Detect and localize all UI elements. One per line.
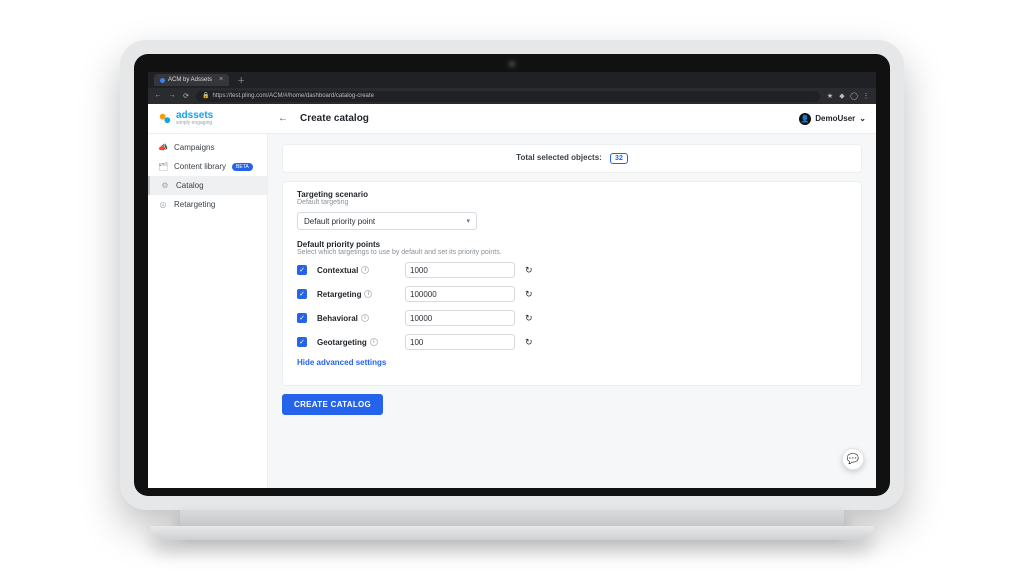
sidebar-item-label: Campaigns (174, 143, 214, 152)
nav-back-icon[interactable]: ← (154, 92, 162, 100)
checkbox-retargeting[interactable]: ✓ (297, 289, 307, 299)
checkbox-behavioral[interactable]: ✓ (297, 313, 307, 323)
checkbox-geotargeting[interactable]: ✓ (297, 337, 307, 347)
settings-card: Targeting scenario Default targeting Def… (282, 181, 862, 386)
sidebar-item-label: Content library (174, 162, 226, 171)
summary-card: Total selected objects: 32 (282, 144, 862, 173)
main-content: Total selected objects: 32 Targeting sce… (268, 134, 876, 488)
tab-title: ACM by Adssets (168, 74, 212, 86)
nav-forward-icon[interactable]: → (168, 92, 176, 100)
priority-row-behavioral: ✓ Behavioral i ↻ (297, 310, 847, 326)
total-objects-label: Total selected objects: (516, 153, 602, 162)
brand-tagline: simply engaging (176, 121, 213, 126)
reset-icon[interactable]: ↻ (525, 337, 533, 348)
info-icon[interactable]: i (370, 338, 378, 346)
app-root: adssets simply engaging ← Create catalog… (148, 104, 876, 488)
tab-favicon (160, 78, 165, 83)
priority-label: Geotargeting (317, 338, 367, 347)
brand-mark-icon (158, 112, 172, 126)
sidebar-item-retargeting[interactable]: ◎ Retargeting (148, 195, 267, 214)
brand-logo[interactable]: adssets simply engaging (158, 111, 268, 126)
chat-icon: 💬 (847, 454, 859, 465)
address-url: https://test.pling.com/ACM/#/home/dashbo… (212, 91, 373, 102)
priority-label: Behavioral (317, 314, 358, 323)
sidebar: 📣 Campaigns 🗂 Content library BETA ⚙ Cat… (148, 134, 268, 488)
user-name: DemoUser (815, 114, 855, 123)
reset-icon[interactable]: ↻ (525, 289, 533, 300)
profile-icon[interactable]: ◯ (850, 92, 858, 100)
priority-input-retargeting[interactable] (405, 286, 515, 302)
info-icon[interactable]: i (361, 266, 369, 274)
target-icon: ◎ (158, 200, 168, 209)
hide-advanced-link[interactable]: Hide advanced settings (297, 358, 847, 367)
total-objects-count: 32 (610, 153, 628, 164)
address-bar[interactable]: 🔒 https://test.pling.com/ACM/#/home/dash… (196, 91, 820, 102)
checkbox-contextual[interactable]: ✓ (297, 265, 307, 275)
beta-badge: BETA (232, 163, 253, 171)
user-menu[interactable]: 👤 DemoUser ⌄ (799, 113, 866, 125)
nav-reload-icon[interactable]: ⟳ (182, 92, 190, 100)
create-catalog-button[interactable]: Create catalog (282, 394, 383, 415)
chevron-down-icon: ▾ (466, 217, 470, 225)
priority-input-behavioral[interactable] (405, 310, 515, 326)
targeting-scenario-title: Targeting scenario (297, 190, 847, 199)
priority-input-contextual[interactable] (405, 262, 515, 278)
info-icon[interactable]: i (364, 290, 372, 298)
priority-label: Retargeting (317, 290, 361, 299)
gear-icon: ⚙ (160, 181, 170, 190)
reset-icon[interactable]: ↻ (525, 313, 533, 324)
priority-row-geotargeting: ✓ Geotargeting i ↻ (297, 334, 847, 350)
lock-icon: 🔒 (202, 91, 209, 102)
app-header: adssets simply engaging ← Create catalog… (148, 104, 876, 134)
laptop-base (150, 526, 874, 540)
extension-icon[interactable]: ◆ (838, 92, 846, 100)
sidebar-item-label: Retargeting (174, 200, 215, 209)
targeting-scenario-subtitle: Default targeting (297, 199, 847, 206)
priority-row-retargeting: ✓ Retargeting i ↻ (297, 286, 847, 302)
menu-icon[interactable]: ⋮ (862, 92, 870, 100)
priority-section-subtitle: Select which targetings to use by defaul… (297, 249, 847, 256)
extension-icon[interactable]: ★ (826, 92, 834, 100)
priority-input-geotargeting[interactable] (405, 334, 515, 350)
sidebar-item-catalog[interactable]: ⚙ Catalog (148, 176, 267, 195)
megaphone-icon: 📣 (158, 143, 168, 152)
scenario-select-value: Default priority point (304, 217, 375, 226)
sidebar-item-campaigns[interactable]: 📣 Campaigns (148, 138, 267, 157)
priority-rows: ✓ Contextual i ↻ ✓ (297, 262, 847, 350)
priority-label: Contextual (317, 266, 358, 275)
new-tab-button[interactable]: ＋ (233, 75, 249, 86)
browser-tabbar: ACM by Adssets × ＋ (148, 72, 876, 88)
camera-dot (508, 60, 516, 68)
back-button[interactable]: ← (278, 113, 290, 124)
browser-tab[interactable]: ACM by Adssets × (154, 74, 229, 86)
scenario-select[interactable]: Default priority point ▾ (297, 212, 477, 230)
avatar-icon: 👤 (799, 113, 811, 125)
sidebar-item-content-library[interactable]: 🗂 Content library BETA (148, 157, 267, 176)
priority-section-title: Default priority points (297, 240, 847, 249)
folder-icon: 🗂 (158, 162, 168, 171)
chevron-down-icon: ⌄ (859, 114, 866, 123)
priority-row-contextual: ✓ Contextual i ↻ (297, 262, 847, 278)
sidebar-item-label: Catalog (176, 181, 204, 190)
browser-addressbar-row: ← → ⟳ 🔒 https://test.pling.com/ACM/#/hom… (148, 88, 876, 104)
page-title: Create catalog (300, 113, 369, 124)
chat-fab[interactable]: 💬 (842, 448, 864, 470)
info-icon[interactable]: i (361, 314, 369, 322)
tab-close-icon[interactable]: × (219, 74, 223, 86)
reset-icon[interactable]: ↻ (525, 265, 533, 276)
